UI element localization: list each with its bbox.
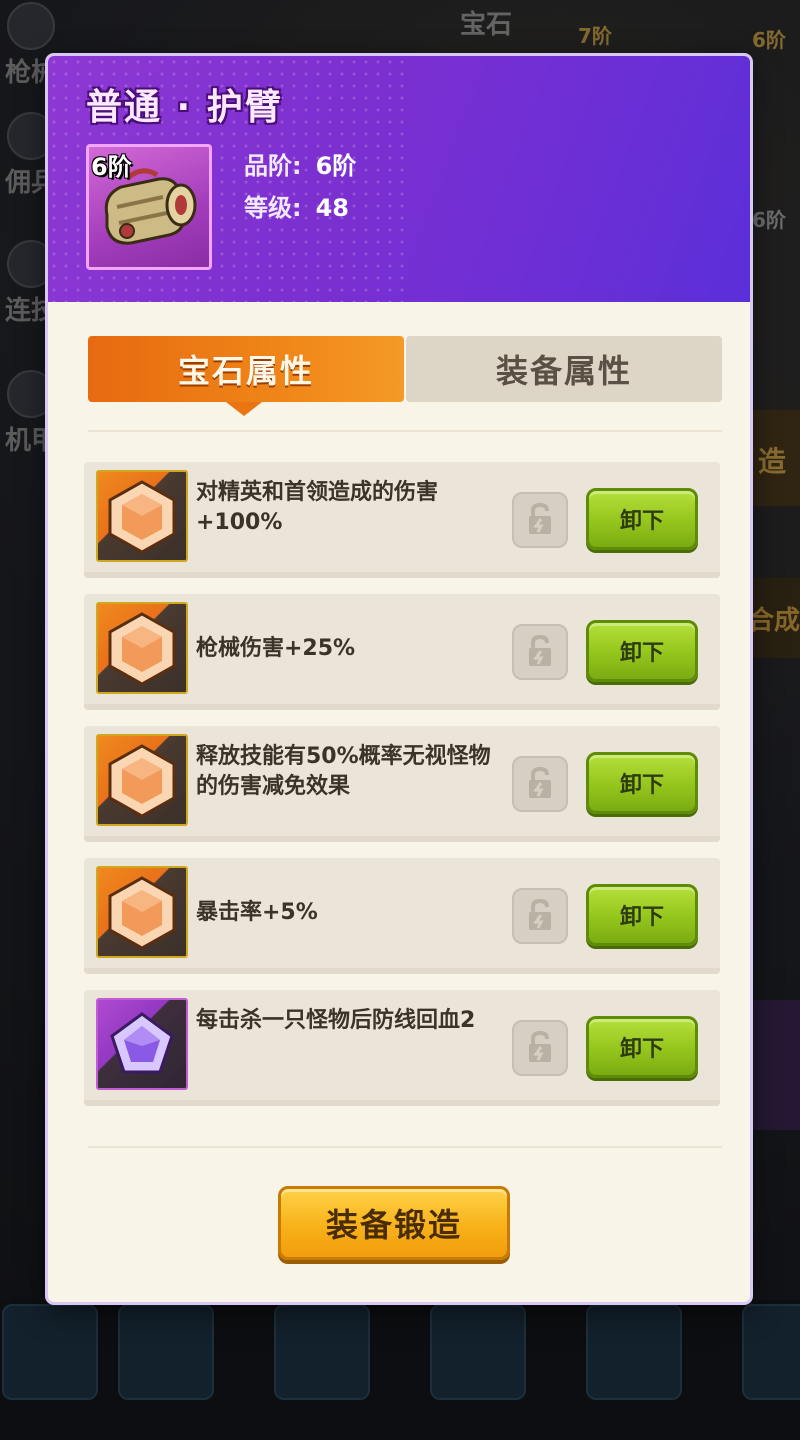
gem-slot[interactable]: [96, 998, 188, 1090]
gem-row: 对精英和首领造成的伤害+100% 卸下: [84, 462, 720, 578]
orange-hexagon-gem-icon: [108, 612, 176, 686]
attribute-tabs: 宝石属性 装备属性: [88, 336, 722, 416]
gem-effect-text: 释放技能有50%概率无视怪物的伤害减免效果: [196, 744, 491, 799]
grade-value: 6阶: [315, 152, 357, 180]
row-shadow: [84, 704, 720, 710]
tab-equipment-attributes[interactable]: 装备属性: [406, 336, 722, 402]
lock-button[interactable]: [512, 756, 568, 812]
gem-slot[interactable]: [96, 470, 188, 562]
gem-effect-text: 暴击率+5%: [196, 900, 318, 925]
gem-slot[interactable]: [96, 602, 188, 694]
level-label: 等级:: [244, 194, 302, 222]
divider: [88, 430, 722, 432]
lock-button[interactable]: [512, 1020, 568, 1076]
lock-icon: [529, 898, 551, 930]
item-title: 普通 · 护臂: [86, 87, 283, 128]
gem-slot[interactable]: [96, 734, 188, 826]
lock-icon: [529, 1030, 551, 1062]
grade-label: 品阶:: [244, 152, 302, 180]
row-shadow: [84, 968, 720, 974]
gem-detail-modal: 普通 · 护臂 6阶 品阶: 6阶 等级: 48 宝石属性 装备属性 对精英和首…: [48, 56, 750, 1302]
forge-equipment-button[interactable]: 装备锻造: [278, 1186, 510, 1260]
row-shadow: [84, 1100, 720, 1106]
lock-button[interactable]: [512, 492, 568, 548]
grade-row: 品阶: 6阶: [244, 146, 356, 181]
lock-icon: [529, 766, 551, 798]
item-thumbnail: 6阶: [86, 144, 212, 270]
gem-row: 释放技能有50%概率无视怪物的伤害减免效果 卸下: [84, 726, 720, 842]
gem-effect-text: 对精英和首领造成的伤害+100%: [196, 480, 439, 535]
divider: [88, 1146, 722, 1148]
orange-hexagon-gem-icon: [108, 876, 176, 950]
gem-effect-text: 每击杀一只怪物后防线回血2: [196, 1008, 476, 1033]
unload-button[interactable]: 卸下: [586, 884, 698, 946]
orange-hexagon-gem-icon: [108, 744, 176, 818]
orange-hexagon-gem-icon: [108, 480, 176, 554]
modal-header: 普通 · 护臂 6阶 品阶: 6阶 等级: 48: [48, 56, 750, 302]
tier-badge: 6阶: [91, 153, 132, 181]
gem-slot[interactable]: [96, 866, 188, 958]
unload-button[interactable]: 卸下: [586, 752, 698, 814]
lock-icon: [529, 502, 551, 534]
lock-button[interactable]: [512, 888, 568, 944]
lock-button[interactable]: [512, 624, 568, 680]
gem-row: 每击杀一只怪物后防线回血2 卸下: [84, 990, 720, 1106]
unload-button[interactable]: 卸下: [586, 488, 698, 550]
purple-pentagon-gem-icon: [110, 1012, 174, 1074]
unload-button[interactable]: 卸下: [586, 620, 698, 682]
tab-pointer: [226, 402, 262, 416]
gem-row: 枪械伤害+25% 卸下: [84, 594, 720, 710]
tab-gem-attributes[interactable]: 宝石属性: [88, 336, 404, 402]
level-value: 48: [315, 194, 350, 222]
row-shadow: [84, 572, 720, 578]
gem-row: 暴击率+5% 卸下: [84, 858, 720, 974]
lock-icon: [529, 634, 551, 666]
row-shadow: [84, 836, 720, 842]
level-row: 等级: 48: [244, 188, 349, 223]
unload-button[interactable]: 卸下: [586, 1016, 698, 1078]
gem-effect-text: 枪械伤害+25%: [196, 636, 356, 661]
